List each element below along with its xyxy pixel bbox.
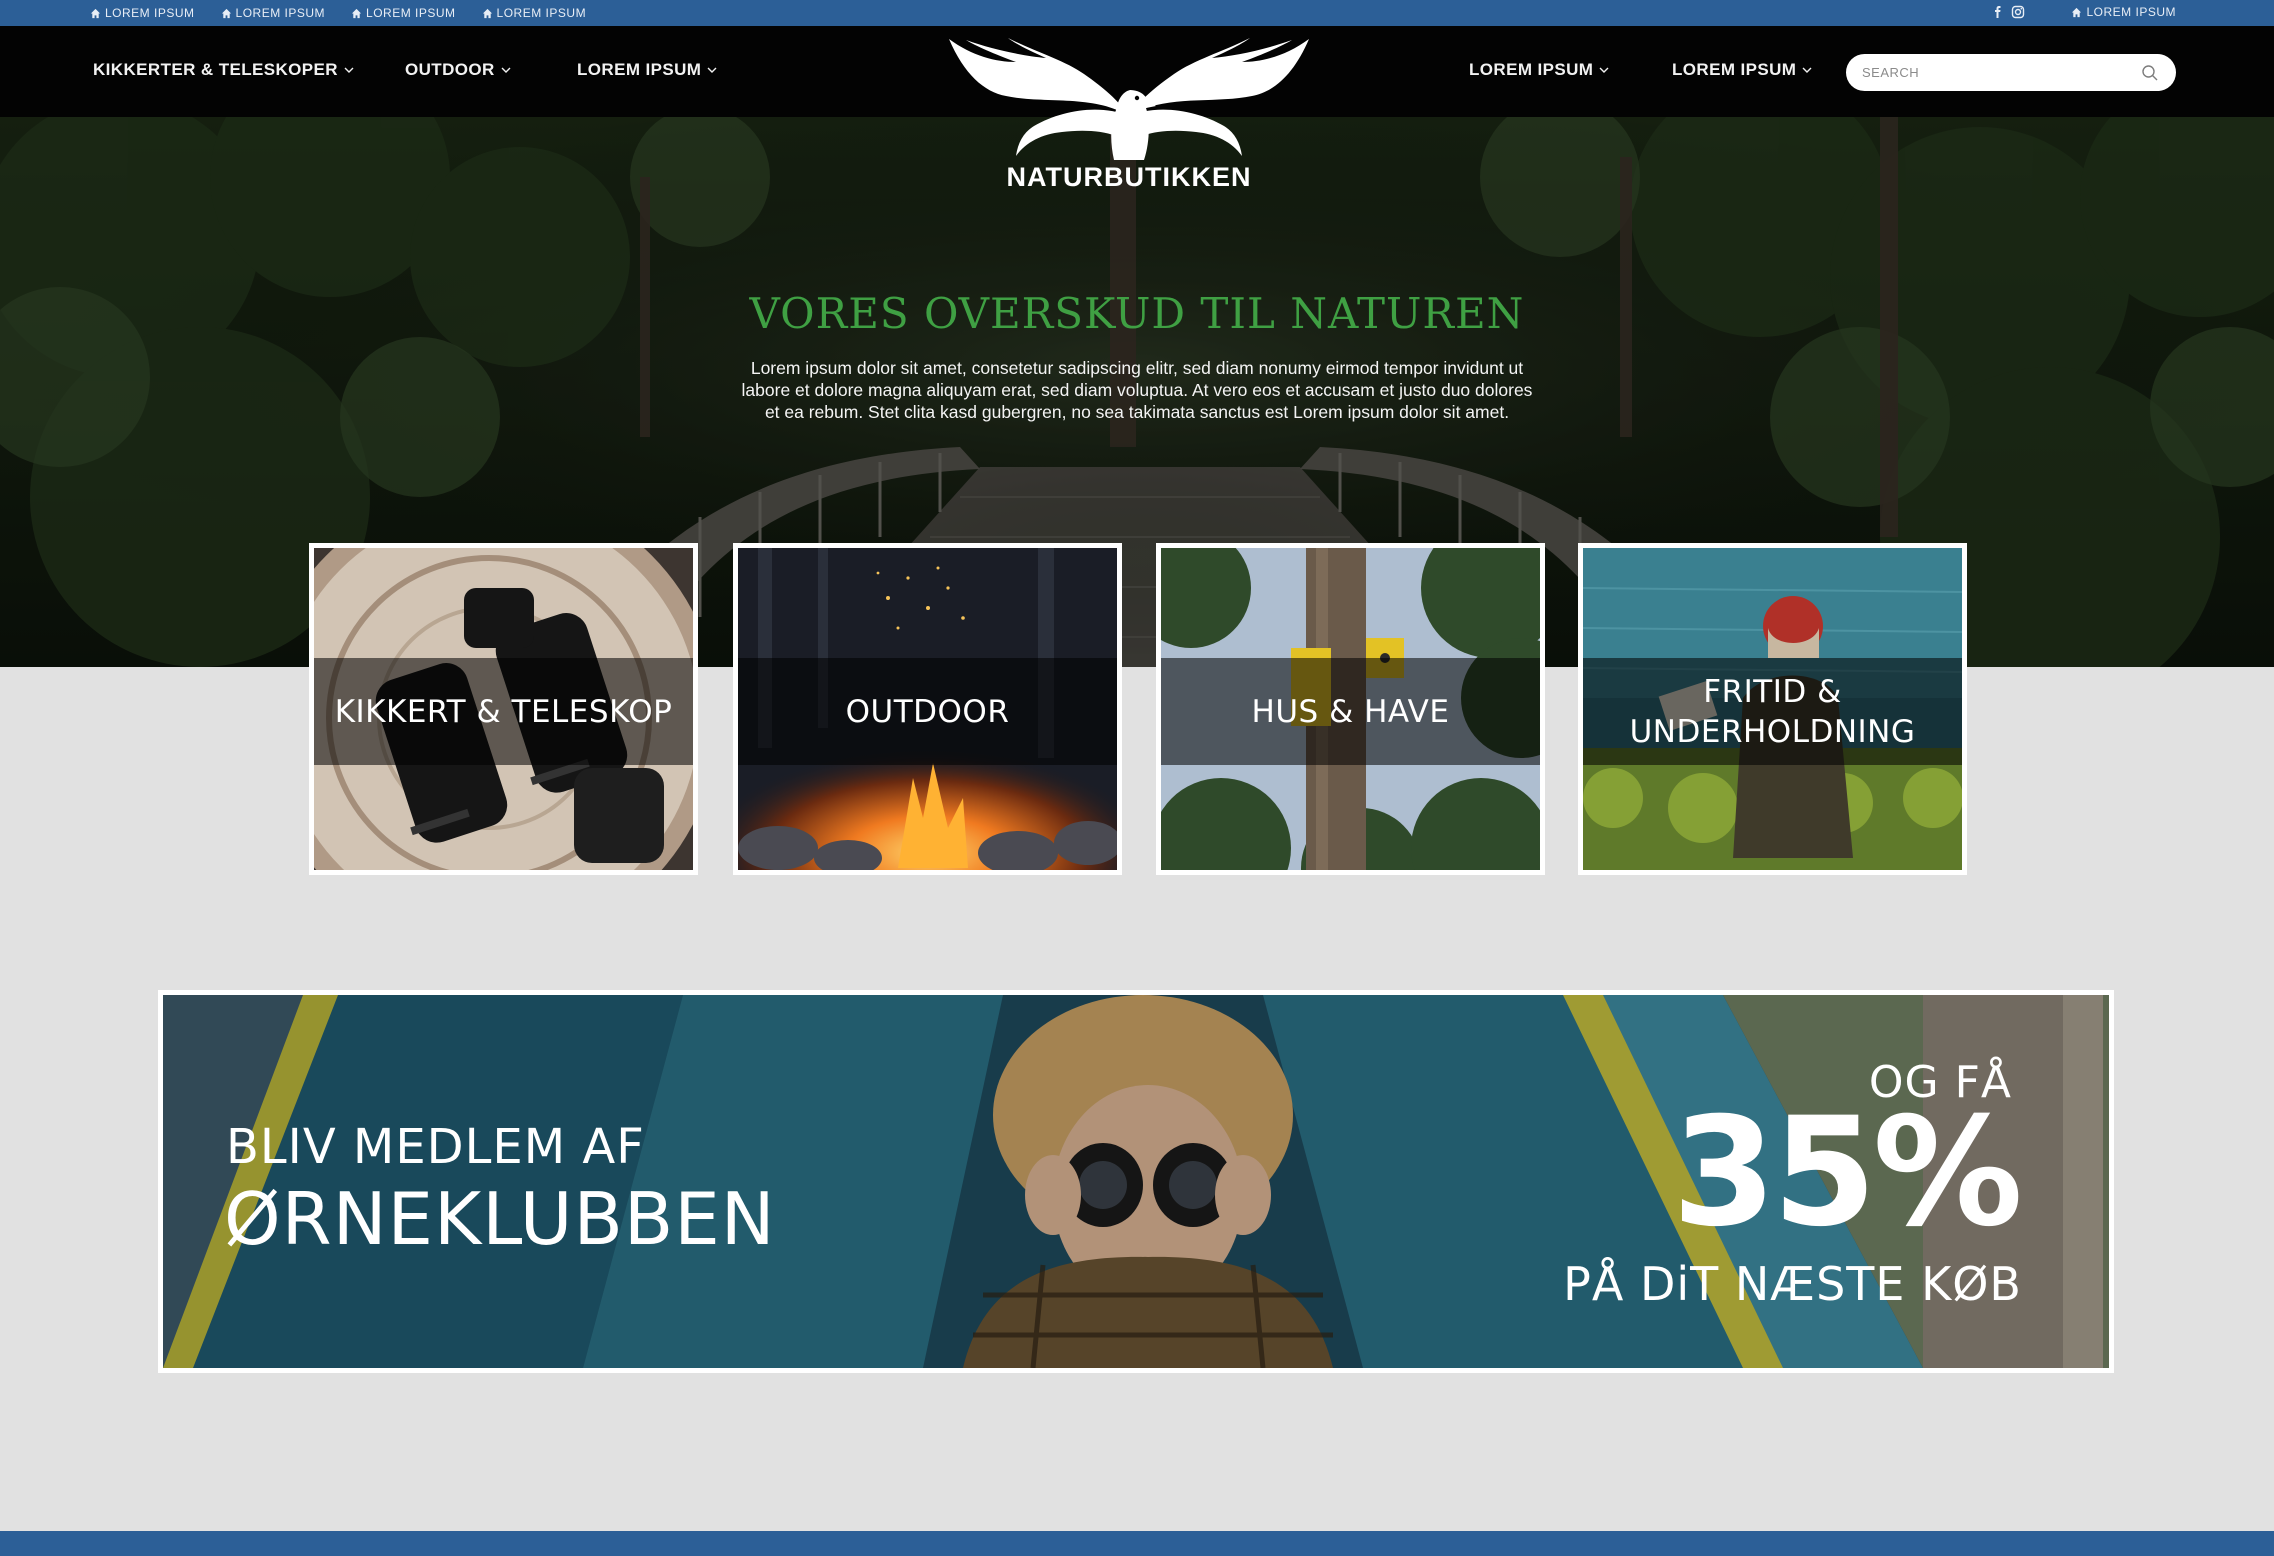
home-icon bbox=[351, 8, 362, 18]
nav-item-lorem-2[interactable]: LOREM IPSUM bbox=[1469, 60, 1609, 80]
chevron-down-icon bbox=[344, 67, 354, 73]
utility-link-label: LOREM IPSUM bbox=[235, 6, 326, 20]
chevron-down-icon bbox=[501, 67, 511, 73]
hero-title: VORES OVERSKUD TIL NATUREN bbox=[749, 289, 1525, 338]
card-label-line: FRITID & bbox=[1703, 673, 1842, 710]
banner-title-line-2: ØRNEKLUBBEN bbox=[224, 1177, 776, 1261]
chevron-down-icon bbox=[1802, 67, 1812, 73]
nav-item-label: LOREM IPSUM bbox=[577, 60, 702, 79]
chevron-down-icon bbox=[1599, 67, 1609, 73]
eagle-icon bbox=[949, 38, 1309, 160]
category-card-kikkert[interactable]: KIKKERT & TELESKOP bbox=[309, 543, 698, 875]
utility-link[interactable]: LOREM IPSUM bbox=[221, 6, 326, 20]
card-label-band: FRITID & UNDERHOLDNING bbox=[1583, 658, 1962, 765]
category-card-fritid[interactable]: FRITID & UNDERHOLDNING bbox=[1578, 543, 1967, 875]
card-label: OUTDOOR bbox=[845, 693, 1010, 730]
utility-link-right[interactable]: LOREM IPSUM bbox=[2071, 5, 2176, 19]
category-card-hus-have[interactable]: HUS & HAVE bbox=[1156, 543, 1545, 875]
footer-bar bbox=[0, 1531, 2274, 1556]
logo-text: NATURBUTIKKEN bbox=[1006, 162, 1252, 192]
card-image-frame: HUS & HAVE bbox=[1161, 548, 1540, 870]
banner-title-line-1: BLIV MEDLEM AF bbox=[226, 1119, 645, 1175]
utility-link-label: LOREM IPSUM bbox=[105, 6, 195, 20]
banner-offer-suffix: PÅ DiT NÆSTE KØB bbox=[1563, 1257, 2022, 1311]
logo[interactable]: NATURBUTIKKEN bbox=[924, 34, 1334, 199]
chevron-down-icon bbox=[707, 67, 717, 73]
card-label-band: KIKKERT & TELESKOP bbox=[314, 658, 693, 765]
banner-offer-value: 35% bbox=[1671, 1086, 2023, 1260]
nav-item-label: KIKKERTER & TELESKOPER bbox=[93, 60, 338, 79]
home-icon bbox=[221, 8, 231, 18]
utility-link[interactable]: LOREM IPSUM bbox=[351, 6, 456, 20]
home-icon bbox=[90, 8, 101, 18]
facebook-icon[interactable] bbox=[1991, 5, 2005, 19]
hero-text: Lorem ipsum dolor sit amet, consetetur s… bbox=[700, 357, 1574, 423]
card-image-frame: FRITID & UNDERHOLDNING bbox=[1583, 548, 1962, 870]
card-label-band: OUTDOOR bbox=[738, 658, 1117, 765]
utility-right: LOREM IPSUM bbox=[1991, 5, 2176, 19]
card-label-line: UNDERHOLDNING bbox=[1629, 713, 1916, 750]
nav-item-kikkerter[interactable]: KIKKERTER & TELESKOPER bbox=[93, 60, 354, 80]
hero-text-line: Lorem ipsum dolor sit amet, consetetur s… bbox=[750, 358, 1524, 378]
nav-item-label: LOREM IPSUM bbox=[1469, 60, 1594, 79]
search-input[interactable] bbox=[1862, 65, 2140, 80]
home-icon bbox=[482, 8, 492, 18]
nav-item-label: OUTDOOR bbox=[405, 60, 495, 79]
home-icon bbox=[2072, 7, 2082, 17]
nav-item-outdoor[interactable]: OUTDOOR bbox=[405, 60, 511, 80]
category-card-outdoor[interactable]: OUTDOOR bbox=[733, 543, 1122, 875]
utility-link[interactable]: LOREM IPSUM bbox=[90, 6, 195, 20]
card-image-frame: OUTDOOR bbox=[738, 548, 1117, 870]
hero-text-line: et ea rebum. Stet clita kasd gubergren, … bbox=[764, 402, 1510, 422]
utility-link-label: LOREM IPSUM bbox=[2086, 5, 2176, 19]
card-label: KIKKERT & TELESKOP bbox=[334, 693, 673, 730]
card-label-band: HUS & HAVE bbox=[1161, 658, 1540, 765]
nav-item-lorem-1[interactable]: LOREM IPSUM bbox=[577, 60, 717, 80]
membership-banner[interactable]: BLIV MEDLEM AF ØRNEKLUBBEN OG FÅ 35% PÅ … bbox=[158, 990, 2114, 1373]
utility-link-label: LOREM IPSUM bbox=[496, 6, 587, 20]
utility-links: LOREM IPSUM LOREM IPSUM LOREM IPSUM LORE… bbox=[90, 6, 586, 20]
search-icon[interactable] bbox=[2140, 63, 2160, 83]
card-image-frame: KIKKERT & TELESKOP bbox=[314, 548, 693, 870]
instagram-icon[interactable] bbox=[2011, 5, 2025, 19]
card-label: HUS & HAVE bbox=[1251, 693, 1450, 730]
banner-image-frame: BLIV MEDLEM AF ØRNEKLUBBEN OG FÅ 35% PÅ … bbox=[163, 995, 2109, 1368]
hero-text-line: labore et dolore magna aliquyam erat, se… bbox=[741, 380, 1533, 400]
utility-link[interactable]: LOREM IPSUM bbox=[482, 6, 587, 20]
nav-item-lorem-3[interactable]: LOREM IPSUM bbox=[1672, 60, 1812, 80]
utility-link-label: LOREM IPSUM bbox=[366, 6, 456, 20]
utility-bar: LOREM IPSUM LOREM IPSUM LOREM IPSUM LORE… bbox=[0, 0, 2274, 26]
nav-item-label: LOREM IPSUM bbox=[1672, 60, 1797, 79]
search-box[interactable] bbox=[1846, 54, 2176, 91]
card-label: FRITID & UNDERHOLDNING bbox=[1622, 672, 1924, 752]
